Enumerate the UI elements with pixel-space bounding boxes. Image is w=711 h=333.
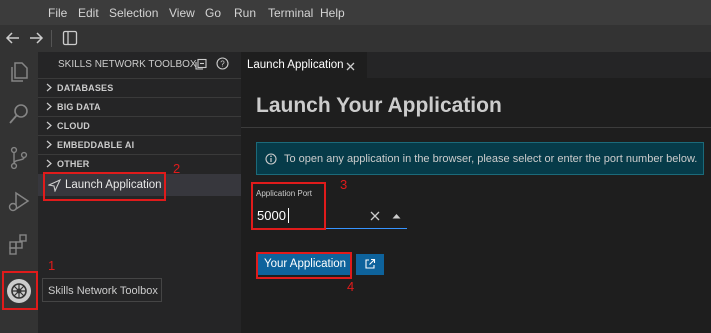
callout-box-1 <box>2 271 38 310</box>
section-cloud[interactable]: CLOUD <box>38 116 241 136</box>
extensions-icon[interactable] <box>7 232 31 256</box>
callout-number-4: 4 <box>347 279 355 294</box>
tab-launch-application[interactable]: Launch Application <box>241 52 367 78</box>
toolbar-divider <box>51 30 52 47</box>
section-other[interactable]: OTHER <box>38 154 241 174</box>
callout-number-2: 2 <box>173 161 181 176</box>
callout-box-2 <box>43 172 166 201</box>
callout-box-3 <box>251 182 326 230</box>
tooltip: Skills Network Toolbox <box>42 278 162 302</box>
callout-number-1: 1 <box>48 258 56 273</box>
tooltip-text: Skills Network Toolbox <box>48 285 158 297</box>
page-title: Launch Your Application <box>256 94 502 117</box>
menu-selection[interactable]: Selection <box>109 6 158 20</box>
chevron-right-icon <box>46 83 52 92</box>
chevron-right-icon <box>46 102 52 111</box>
menu-bar: File Edit Selection View Go Run Terminal… <box>0 0 711 25</box>
chevron-right-icon <box>46 140 52 149</box>
section-big-data-label: BIG DATA <box>57 102 101 112</box>
back-arrow-icon[interactable] <box>5 31 21 45</box>
open-external-button[interactable] <box>356 254 384 275</box>
menu-go[interactable]: Go <box>205 6 221 20</box>
menu-edit[interactable]: Edit <box>78 6 99 20</box>
section-other-label: OTHER <box>57 159 90 169</box>
clear-icon[interactable] <box>370 211 380 221</box>
dropdown-arrow-icon[interactable] <box>392 213 401 219</box>
info-icon <box>265 153 277 165</box>
section-databases[interactable]: DATABASES <box>38 78 241 98</box>
search-icon[interactable] <box>7 102 31 126</box>
heading-divider <box>241 127 711 128</box>
callout-box-4 <box>256 252 352 279</box>
menu-terminal[interactable]: Terminal <box>268 6 313 20</box>
tab-label: Launch Application <box>247 59 344 71</box>
help-icon[interactable]: ? <box>216 57 229 70</box>
explorer-files-icon[interactable] <box>7 60 31 84</box>
source-control-icon[interactable] <box>7 146 31 170</box>
menu-help[interactable]: Help <box>320 6 345 20</box>
menu-run[interactable]: Run <box>234 6 256 20</box>
section-cloud-label: CLOUD <box>57 121 90 131</box>
chevron-right-icon <box>46 121 52 130</box>
external-link-icon <box>365 258 376 269</box>
close-icon[interactable] <box>346 62 355 71</box>
section-big-data[interactable]: BIG DATA <box>38 97 241 117</box>
menu-file[interactable]: File <box>48 6 67 20</box>
sidebar-title: SKILLS NETWORK TOOLBOX <box>58 59 197 70</box>
chevron-right-icon <box>46 159 52 168</box>
toggle-sidebar-icon[interactable] <box>62 30 78 46</box>
section-embeddable-ai[interactable]: EMBEDDABLE AI <box>38 135 241 155</box>
collapse-all-icon[interactable] <box>195 58 207 70</box>
callout-number-3: 3 <box>340 177 348 192</box>
svg-text:?: ? <box>220 60 225 69</box>
section-databases-label: DATABASES <box>57 83 114 93</box>
forward-arrow-icon[interactable] <box>28 31 44 45</box>
section-embeddable-ai-label: EMBEDDABLE AI <box>57 140 135 150</box>
info-banner: To open any application in the browser, … <box>256 142 704 175</box>
info-text: To open any application in the browser, … <box>284 153 698 165</box>
menu-view[interactable]: View <box>169 6 195 20</box>
run-debug-icon[interactable] <box>7 190 31 214</box>
toolbar <box>0 25 711 53</box>
